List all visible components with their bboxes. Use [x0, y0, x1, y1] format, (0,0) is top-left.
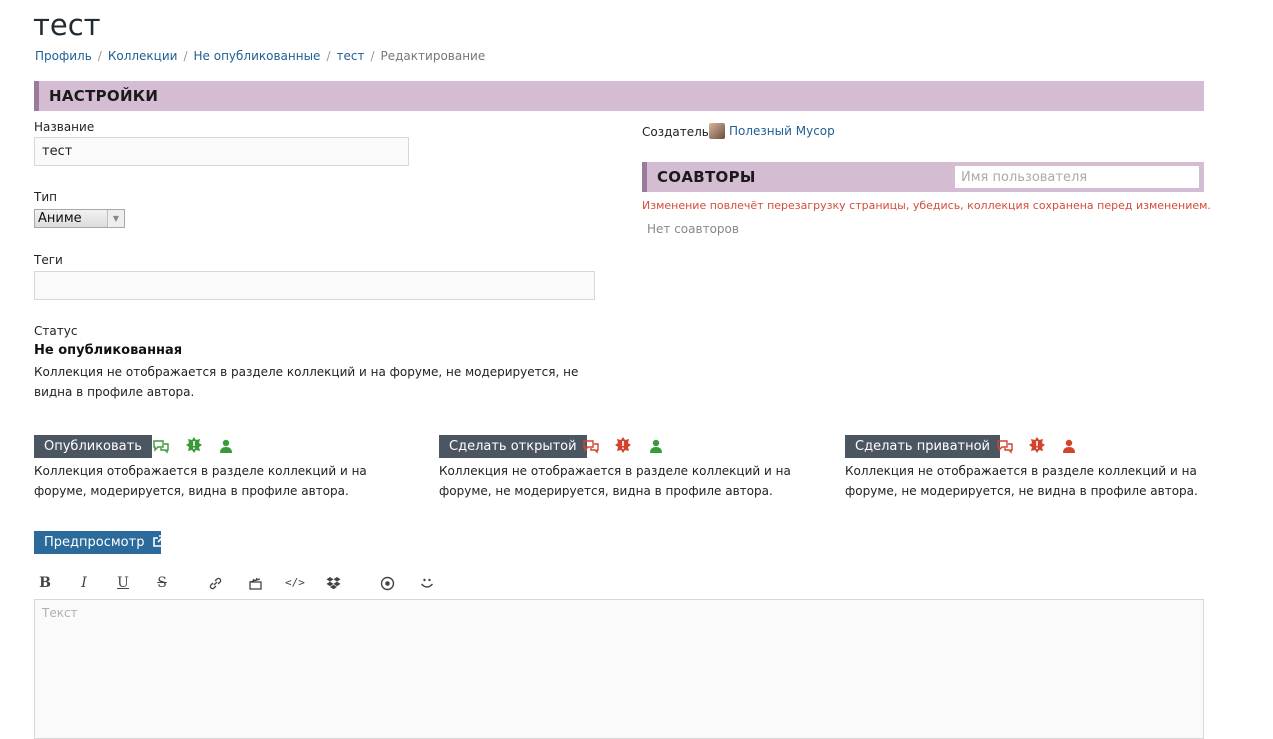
breadcrumb-separator: / [183, 49, 188, 63]
breadcrumb-profile[interactable]: Профиль [35, 49, 92, 63]
type-label: Тип [34, 190, 57, 204]
breadcrumb-current: Редактирование [380, 49, 486, 63]
link-icon[interactable] [208, 576, 223, 591]
editor-placeholder: Текст [42, 606, 78, 620]
user-icon [220, 439, 232, 453]
smiley-icon[interactable] [419, 575, 435, 591]
coauthors-title-text: СОАВТОРЫ [657, 168, 756, 186]
make-open-button[interactable]: Сделать открытой [439, 435, 587, 458]
moderation-badge-icon [186, 437, 202, 453]
coauthor-search-input[interactable]: Имя пользователя [953, 164, 1201, 190]
user-icon [650, 439, 662, 453]
creator-link[interactable]: Полезный Мусор [729, 124, 835, 138]
user-icon [1063, 439, 1075, 453]
breadcrumb-unpublished[interactable]: Не опубликованные [194, 49, 321, 63]
chevron-down-icon: ▼ [107, 210, 124, 227]
spoiler-icon[interactable] [380, 576, 395, 591]
make-open-description: Коллекция не отображается в разделе колл… [439, 464, 791, 498]
creator-avatar[interactable] [709, 123, 725, 139]
creator-label: Создатель [642, 125, 709, 139]
make-private-description: Коллекция не отображается в разделе колл… [845, 464, 1198, 498]
coauthors-warning: Изменение повлечёт перезагрузку страницы… [642, 199, 1211, 212]
publish-description: Коллекция отображается в разделе коллекц… [34, 464, 367, 498]
breadcrumb-separator: / [97, 49, 102, 63]
status-value: Не опубликованная [34, 343, 183, 358]
comments-icon [997, 440, 1013, 454]
publish-button[interactable]: Опубликовать [34, 435, 152, 458]
name-input[interactable]: тест [34, 137, 409, 166]
dropbox-icon[interactable] [326, 576, 341, 591]
tags-label: Теги [34, 253, 63, 267]
breadcrumb-separator: / [370, 49, 375, 63]
type-select[interactable]: Аниме ▼ [34, 209, 125, 228]
breadcrumb-separator: / [326, 49, 331, 63]
strikethrough-icon[interactable]: S [153, 574, 171, 592]
preview-button-label: Предпросмотр [44, 535, 145, 550]
page-title: тест [33, 8, 101, 42]
make-private-button[interactable]: Сделать приватной [845, 435, 1001, 458]
comments-icon [583, 440, 599, 454]
coauthors-empty: Нет соавторов [647, 222, 739, 236]
settings-section-title: НАСТРОЙКИ [34, 81, 1204, 111]
external-link-icon [152, 535, 165, 547]
breadcrumb: Профиль / Коллекции / Не опубликованные / тест… [35, 47, 485, 65]
status-label: Статус [34, 324, 78, 338]
breadcrumb-collection[interactable]: тест [337, 49, 365, 63]
preview-button[interactable]: Предпросмотр [34, 531, 165, 554]
italic-icon[interactable]: I [75, 574, 93, 592]
text-editor[interactable]: Текст [34, 599, 1204, 739]
breadcrumb-collections[interactable]: Коллекции [108, 49, 178, 63]
tags-input[interactable] [34, 271, 595, 300]
bold-icon[interactable]: B [36, 574, 54, 592]
name-label: Название [34, 120, 95, 134]
comments-icon [153, 440, 169, 454]
underline-icon[interactable]: U [114, 574, 132, 592]
video-icon[interactable] [248, 576, 263, 591]
moderation-badge-icon [1029, 437, 1045, 453]
type-select-value: Аниме [38, 211, 82, 226]
moderation-badge-icon [615, 437, 631, 453]
code-icon[interactable]: </> [285, 574, 305, 592]
status-description: Коллекция не отображается в разделе колл… [34, 365, 579, 399]
